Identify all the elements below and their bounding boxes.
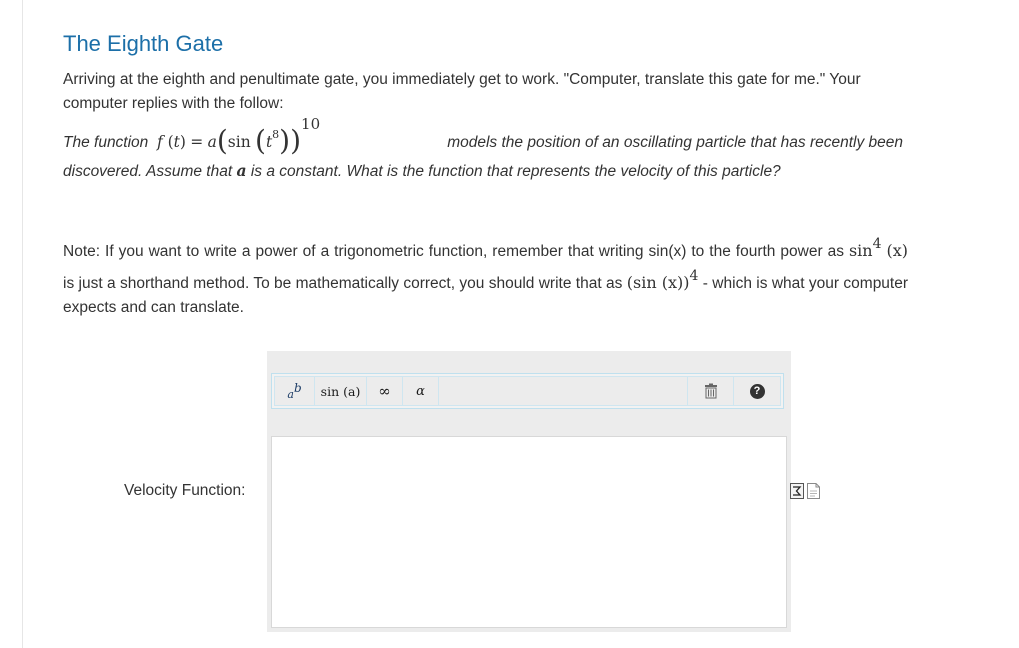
help-button[interactable]: ?: [734, 377, 780, 405]
math-editor: ab sin (a) ∞ α ?: [267, 351, 791, 632]
power-icon: ab: [287, 381, 301, 402]
outer-open-paren: (: [216, 124, 228, 157]
equals-sign: =: [190, 133, 204, 151]
trash-icon: [704, 383, 717, 399]
problem-line-1: The function f (t) = a(sin (t8))10 model…: [63, 115, 903, 158]
problem-tail: models the position of an oscillating pa…: [447, 134, 903, 151]
help-icon: ?: [749, 383, 765, 399]
power-button[interactable]: ab: [275, 377, 315, 405]
document-icon[interactable]: [807, 483, 820, 499]
note-part-1: Note: If you want to write a power of a …: [63, 243, 844, 260]
problem-line2-end: is a constant. What is the function that…: [250, 163, 781, 180]
open-paren: (: [162, 133, 174, 151]
power-exp: b: [293, 380, 302, 395]
trig-function: sin: [227, 133, 251, 151]
inner-open-paren: (: [255, 124, 266, 157]
note-example-2-exp: 4: [689, 268, 699, 284]
inner-close-paren: ): [279, 124, 291, 157]
note-text: Note: If you want to write a power of a …: [63, 232, 908, 320]
problem-statement: The function f (t) = a(sin (t8))10 model…: [63, 115, 903, 187]
note-example-1-fn: sin: [848, 241, 873, 260]
problem-lead: The function: [63, 134, 149, 151]
toolbar-inner: ab sin (a) ∞ α ?: [274, 376, 781, 406]
function-expression: The function f (t) = a(sin (t8))10: [63, 109, 320, 158]
toolbar-spacer: [439, 377, 688, 405]
answer-tools: [790, 483, 820, 499]
sin-button[interactable]: sin (a): [315, 377, 367, 405]
infinity-button[interactable]: ∞: [367, 377, 403, 405]
note-part-2: is just a shorthand method. To be mathem…: [63, 275, 623, 292]
close-paren: ): [179, 133, 186, 151]
note-example-2-fn: (sin (x)): [626, 273, 690, 292]
left-divider: [22, 0, 23, 648]
problem-line-2: discovered. Assume that a is a constant.…: [63, 156, 903, 187]
alpha-button[interactable]: α: [403, 377, 439, 405]
note-example-1-arg: (x): [886, 241, 909, 260]
answer-input[interactable]: [271, 436, 787, 628]
clear-button[interactable]: [688, 377, 734, 405]
velocity-label: Velocity Function:: [124, 482, 246, 499]
outer-exponent: 10: [301, 115, 321, 133]
coefficient: a: [207, 133, 217, 151]
problem-line2-start: discovered. Assume that: [63, 163, 233, 180]
constant-variable: a: [236, 161, 247, 180]
note-example-1-exp: 4: [872, 236, 882, 252]
equation-editor-icon[interactable]: [790, 483, 804, 499]
editor-toolbar: ab sin (a) ∞ α ?: [271, 373, 784, 409]
page-title: The Eighth Gate: [63, 31, 224, 56]
outer-close-paren: ): [290, 124, 302, 157]
